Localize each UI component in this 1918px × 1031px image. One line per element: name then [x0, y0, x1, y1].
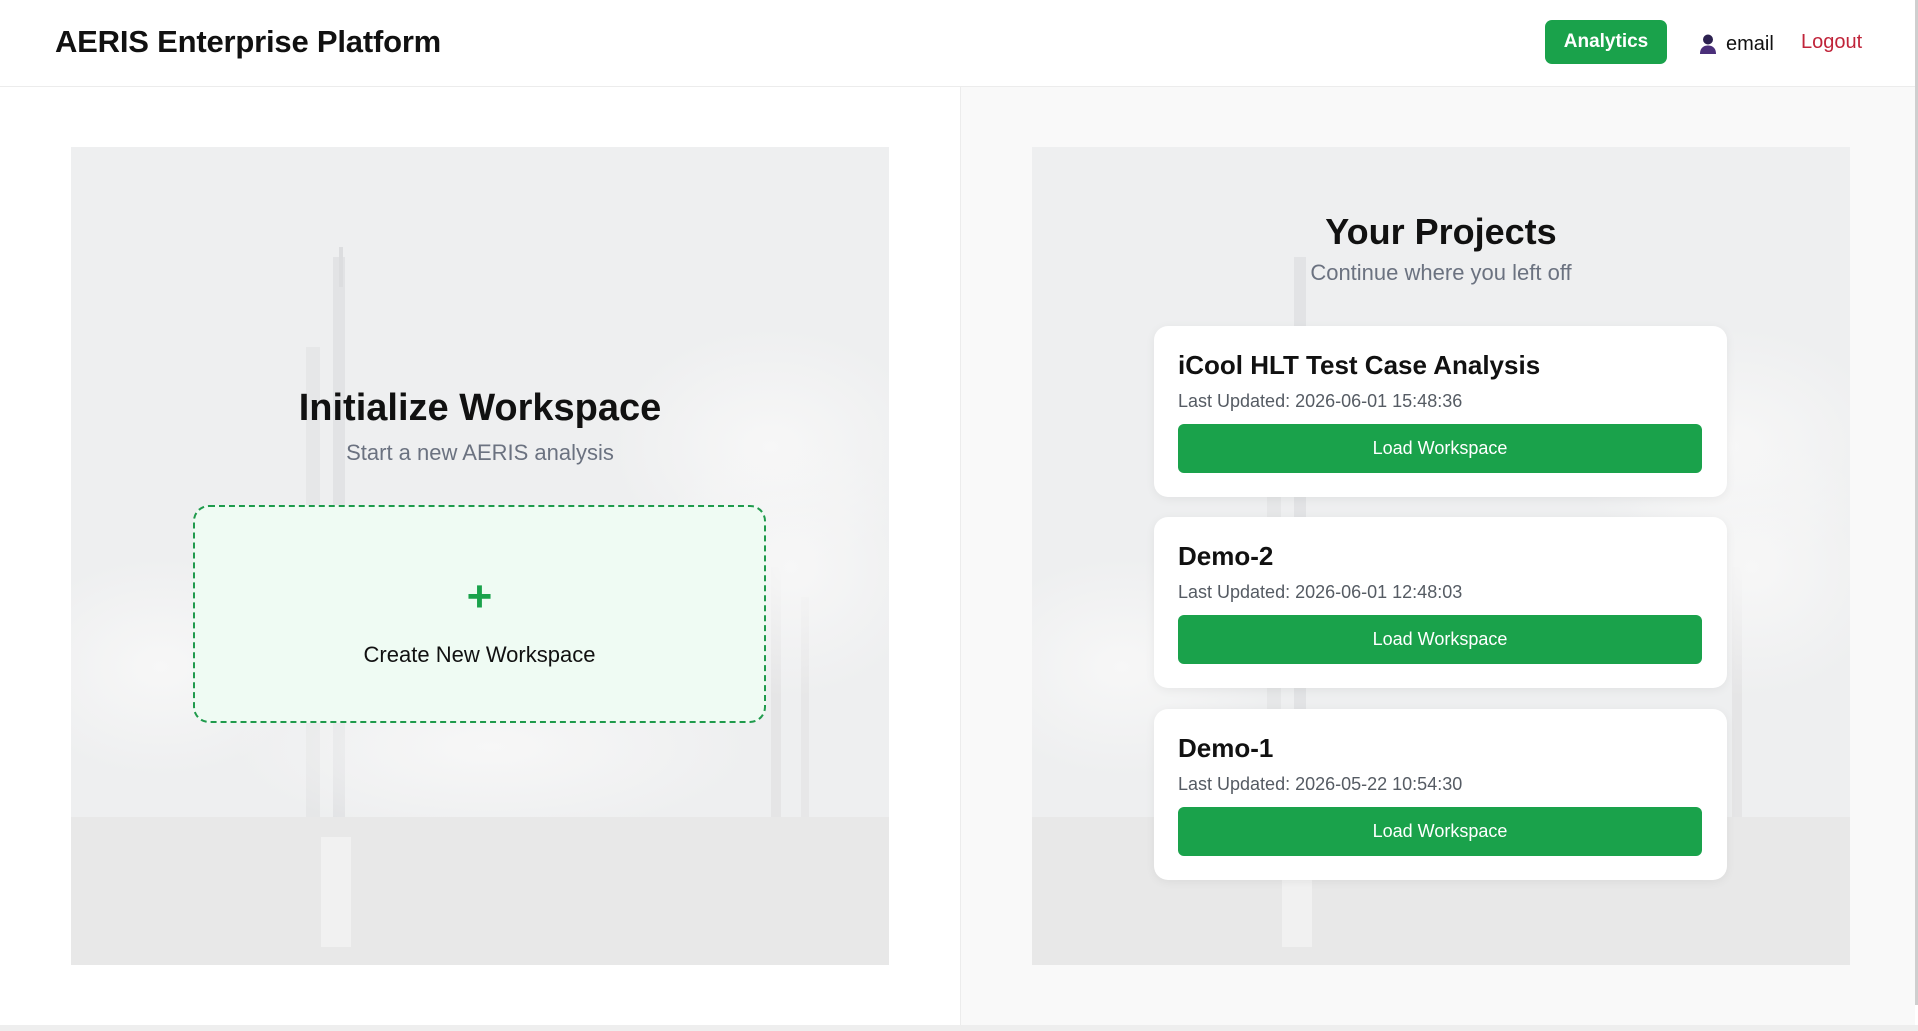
analytics-button[interactable]: Analytics — [1545, 20, 1667, 64]
app-title: AERIS Enterprise Platform — [55, 24, 442, 59]
user-icon — [1698, 33, 1718, 55]
user-email-label: email — [1726, 32, 1774, 55]
load-workspace-button[interactable]: Load Workspace — [1178, 424, 1702, 473]
project-card: Demo-1 Last Updated: 2026-05-22 10:54:30… — [1154, 709, 1727, 880]
workspace-title: Initialize Workspace — [298, 387, 662, 429]
project-last-updated: Last Updated: 2026-06-01 12:48:03 — [1178, 582, 1463, 602]
projects-title: Your Projects — [1325, 211, 1557, 252]
projects-pane: Your Projects Continue where you left of… — [960, 87, 1915, 1027]
plus-icon: + — [466, 572, 493, 621]
workspace-hero-panel: Initialize Workspace Start a new AERIS a… — [71, 147, 889, 965]
create-workspace-label: Create New Workspace — [363, 642, 596, 667]
workspace-pane: Initialize Workspace Start a new AERIS a… — [0, 87, 960, 1027]
project-last-updated: Last Updated: 2026-06-01 15:48:36 — [1178, 391, 1463, 411]
create-workspace-card[interactable]: + Create New Workspace — [193, 505, 766, 723]
projects-subtitle: Continue where you left off — [1310, 260, 1572, 285]
load-workspace-button[interactable]: Load Workspace — [1178, 807, 1702, 856]
logout-link[interactable]: Logout — [1801, 31, 1862, 54]
workspace-subtitle: Start a new AERIS analysis — [346, 440, 614, 465]
project-name: Demo-1 — [1178, 733, 1274, 763]
project-name: Demo-2 — [1178, 541, 1274, 571]
bottom-edge — [0, 1025, 1918, 1031]
project-card: iCool HLT Test Case Analysis Last Update… — [1154, 326, 1727, 497]
project-card: Demo-2 Last Updated: 2026-06-01 12:48:03… — [1154, 517, 1727, 688]
user-menu[interactable]: email — [1698, 31, 1774, 57]
project-last-updated: Last Updated: 2026-05-22 10:54:30 — [1178, 774, 1463, 794]
projects-hero-panel: Your Projects Continue where you left of… — [1032, 147, 1850, 965]
load-workspace-button[interactable]: Load Workspace — [1178, 615, 1702, 664]
project-name: iCool HLT Test Case Analysis — [1178, 350, 1541, 380]
top-header: AERIS Enterprise Platform Analytics emai… — [0, 0, 1918, 87]
